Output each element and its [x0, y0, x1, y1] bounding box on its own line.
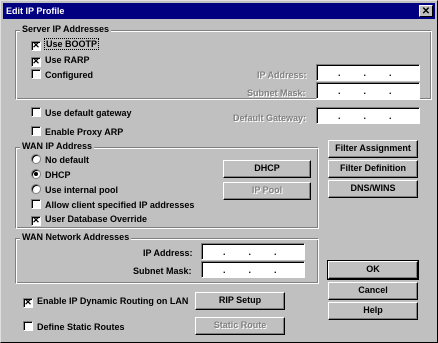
window-title: Edit IP Profile — [6, 6, 65, 16]
help-button[interactable]: Help — [328, 302, 418, 320]
no-default-radio[interactable]: No default — [31, 154, 89, 165]
define-static-routes-checkbox[interactable]: Define Static Routes — [23, 321, 125, 332]
title-bar: Edit IP Profile ✕ — [3, 3, 435, 19]
enable-proxy-arp-label: Enable Proxy ARP — [45, 127, 124, 137]
use-default-gateway-check — [31, 107, 41, 117]
configured-label: Configured — [45, 70, 93, 80]
user-db-override-checkbox[interactable]: ✕ User Database Override — [31, 214, 147, 226]
edit-ip-profile-dialog: Edit IP Profile ✕ Server IP Addresses ✕ U… — [0, 0, 438, 343]
enable-dynamic-routing-check: ✕ — [23, 297, 33, 308]
ip-pool-button[interactable]: IP Pool — [223, 182, 311, 200]
use-internal-pool-radio[interactable]: Use internal pool — [31, 184, 118, 195]
static-route-button[interactable]: Static Route — [195, 317, 285, 335]
default-gateway-label: Default Gateway: — [233, 113, 307, 123]
wan-network-group-title: WAN Network Addresses — [20, 232, 132, 242]
use-rarp-checkbox[interactable]: ✕ Use RARP — [31, 55, 90, 67]
ip-dot: . — [222, 264, 226, 275]
default-gateway-field[interactable]: . . . — [316, 107, 420, 124]
user-db-override-check: ✕ — [31, 215, 41, 226]
ip-dot: . — [222, 246, 226, 257]
dhcp-label: DHCP — [45, 170, 71, 180]
dhcp-button[interactable]: DHCP — [223, 160, 311, 178]
ip-dot: . — [388, 110, 392, 121]
server-ip-group-title: Server IP Addresses — [20, 24, 112, 34]
enable-dynamic-routing-checkbox[interactable]: ✕ Enable IP Dynamic Routing on LAN — [23, 296, 188, 308]
ip-dot: . — [337, 85, 341, 96]
wan-subnet-mask-field[interactable]: . . . — [201, 261, 305, 278]
rip-setup-button[interactable]: RIP Setup — [195, 292, 285, 310]
wan-ip-address-label: IP Address: — [143, 248, 193, 258]
use-rarp-label: Use RARP — [45, 55, 90, 65]
filter-assignment-button[interactable]: Filter Assignment — [328, 140, 418, 158]
use-bootp-label: Use BOOTP — [43, 38, 100, 50]
enable-dynamic-routing-label: Enable IP Dynamic Routing on LAN — [37, 296, 189, 306]
ip-dot: . — [363, 110, 366, 121]
cancel-button[interactable]: Cancel — [328, 282, 418, 300]
dhcp-radio[interactable]: DHCP — [31, 169, 71, 180]
user-db-override-label: User Database Override — [45, 214, 148, 224]
use-bootp-check: ✕ — [31, 40, 41, 51]
use-default-gateway-checkbox[interactable]: Use default gateway — [31, 107, 132, 118]
use-internal-pool-radio-dot — [31, 184, 41, 194]
wan-ip-address-field[interactable]: . . . — [201, 243, 305, 260]
enable-proxy-arp-checkbox[interactable]: Enable Proxy ARP — [31, 126, 123, 137]
define-static-routes-label: Define Static Routes — [37, 322, 125, 332]
server-ip-address-field[interactable]: . . . — [316, 64, 420, 81]
dhcp-radio-dot — [31, 169, 41, 179]
ip-dot: . — [273, 264, 277, 275]
ip-dot: . — [388, 85, 392, 96]
server-ip-address-label: IP Address: — [257, 70, 307, 80]
allow-client-ip-label: Allow client specified IP addresses — [45, 200, 195, 210]
server-subnet-mask-label: Subnet Mask: — [247, 88, 306, 98]
ip-dot: . — [337, 67, 341, 78]
define-static-routes-check — [23, 321, 33, 331]
ip-dot: . — [363, 67, 366, 78]
wan-ip-group-title: WAN IP Address — [20, 141, 95, 151]
configured-check — [31, 69, 41, 79]
use-internal-pool-label: Use internal pool — [45, 185, 119, 195]
use-default-gateway-label: Use default gateway — [45, 108, 132, 118]
ok-button[interactable]: OK — [327, 260, 419, 280]
ip-dot: . — [248, 246, 251, 257]
ip-dot: . — [248, 264, 251, 275]
ip-dot: . — [388, 67, 392, 78]
ip-dot: . — [273, 246, 277, 257]
enable-proxy-arp-check — [31, 126, 41, 136]
server-subnet-mask-field[interactable]: . . . — [316, 82, 420, 99]
filter-definition-button[interactable]: Filter Definition — [328, 160, 418, 178]
ip-dot: . — [363, 85, 366, 96]
configured-checkbox[interactable]: Configured — [31, 69, 93, 80]
dns-wins-button[interactable]: DNS/WINS — [328, 180, 418, 198]
allow-client-ip-check — [31, 199, 41, 209]
no-default-radio-dot — [31, 154, 41, 164]
use-bootp-checkbox[interactable]: ✕ Use BOOTP — [31, 38, 100, 51]
no-default-label: No default — [45, 155, 89, 165]
close-button[interactable]: ✕ — [419, 5, 433, 17]
allow-client-ip-checkbox[interactable]: Allow client specified IP addresses — [31, 199, 194, 210]
use-rarp-check: ✕ — [31, 56, 41, 67]
wan-subnet-mask-label: Subnet Mask: — [133, 266, 192, 276]
ip-dot: . — [337, 110, 341, 121]
